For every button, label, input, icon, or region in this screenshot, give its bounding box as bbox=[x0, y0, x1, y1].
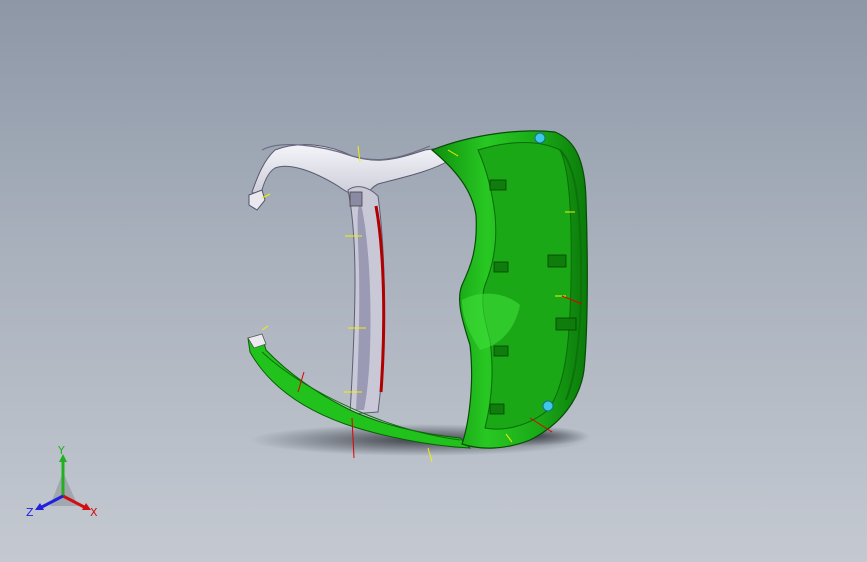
triad-label-y: Y bbox=[57, 446, 65, 457]
panel-slot-1 bbox=[547, 254, 567, 268]
panel-rib-4 bbox=[489, 403, 505, 415]
orientation-triad[interactable]: Y X Z bbox=[22, 446, 108, 526]
graphics-viewport[interactable]: Y X Z bbox=[0, 0, 867, 562]
panel-rib-1 bbox=[489, 179, 507, 191]
panel-slot-2 bbox=[555, 317, 577, 331]
panel-rib-3 bbox=[493, 345, 509, 357]
center-pillar-part[interactable] bbox=[347, 186, 386, 415]
cyan-feature-top bbox=[534, 132, 546, 144]
left-clip-top bbox=[248, 189, 266, 211]
panel-rib-2 bbox=[493, 261, 509, 273]
green-side-panel[interactable] bbox=[430, 130, 588, 449]
pillar-clip bbox=[349, 191, 363, 207]
triad-label-z: Z bbox=[26, 506, 34, 519]
triad-label-x: X bbox=[90, 506, 98, 519]
model-scene[interactable] bbox=[0, 0, 867, 562]
cyan-feature-bottom bbox=[542, 400, 554, 412]
